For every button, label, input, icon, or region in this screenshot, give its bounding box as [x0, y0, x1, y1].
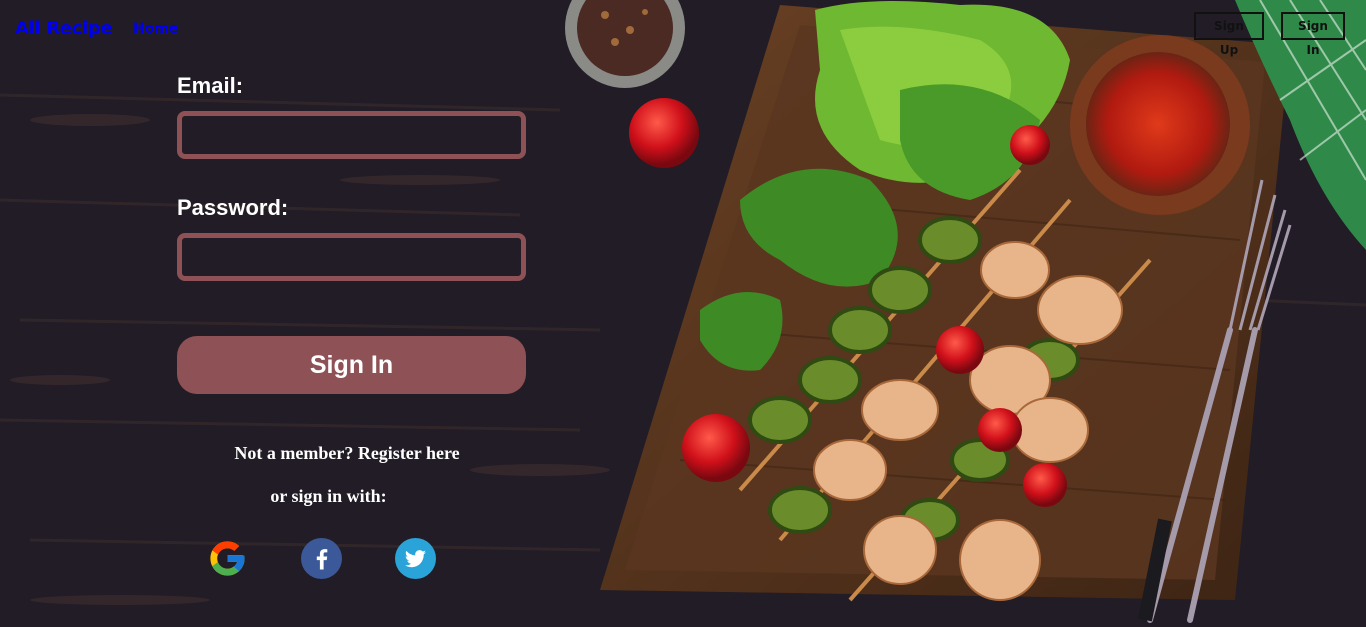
- facebook-signin-button[interactable]: [301, 538, 342, 579]
- google-signin-button[interactable]: [207, 538, 248, 579]
- sign-up-button[interactable]: Sign Up: [1194, 12, 1264, 57]
- twitter-signin-button[interactable]: [395, 538, 436, 579]
- facebook-icon: [316, 549, 328, 570]
- email-field[interactable]: [177, 111, 526, 159]
- google-icon: [210, 541, 245, 576]
- brand-link[interactable]: All Recipe: [15, 18, 113, 39]
- password-label: Password:: [177, 195, 289, 220]
- email-label: Email:: [177, 73, 244, 98]
- social-signin-text: or sign in with:: [270, 486, 387, 506]
- nav-sign-in-button[interactable]: Sign In: [1281, 12, 1345, 57]
- home-link[interactable]: Home: [133, 21, 178, 37]
- sign-in-submit-button[interactable]: Sign In: [177, 336, 526, 394]
- password-field[interactable]: [177, 233, 526, 281]
- register-link[interactable]: Not a member? Register here: [177, 443, 517, 464]
- twitter-icon: [404, 550, 426, 568]
